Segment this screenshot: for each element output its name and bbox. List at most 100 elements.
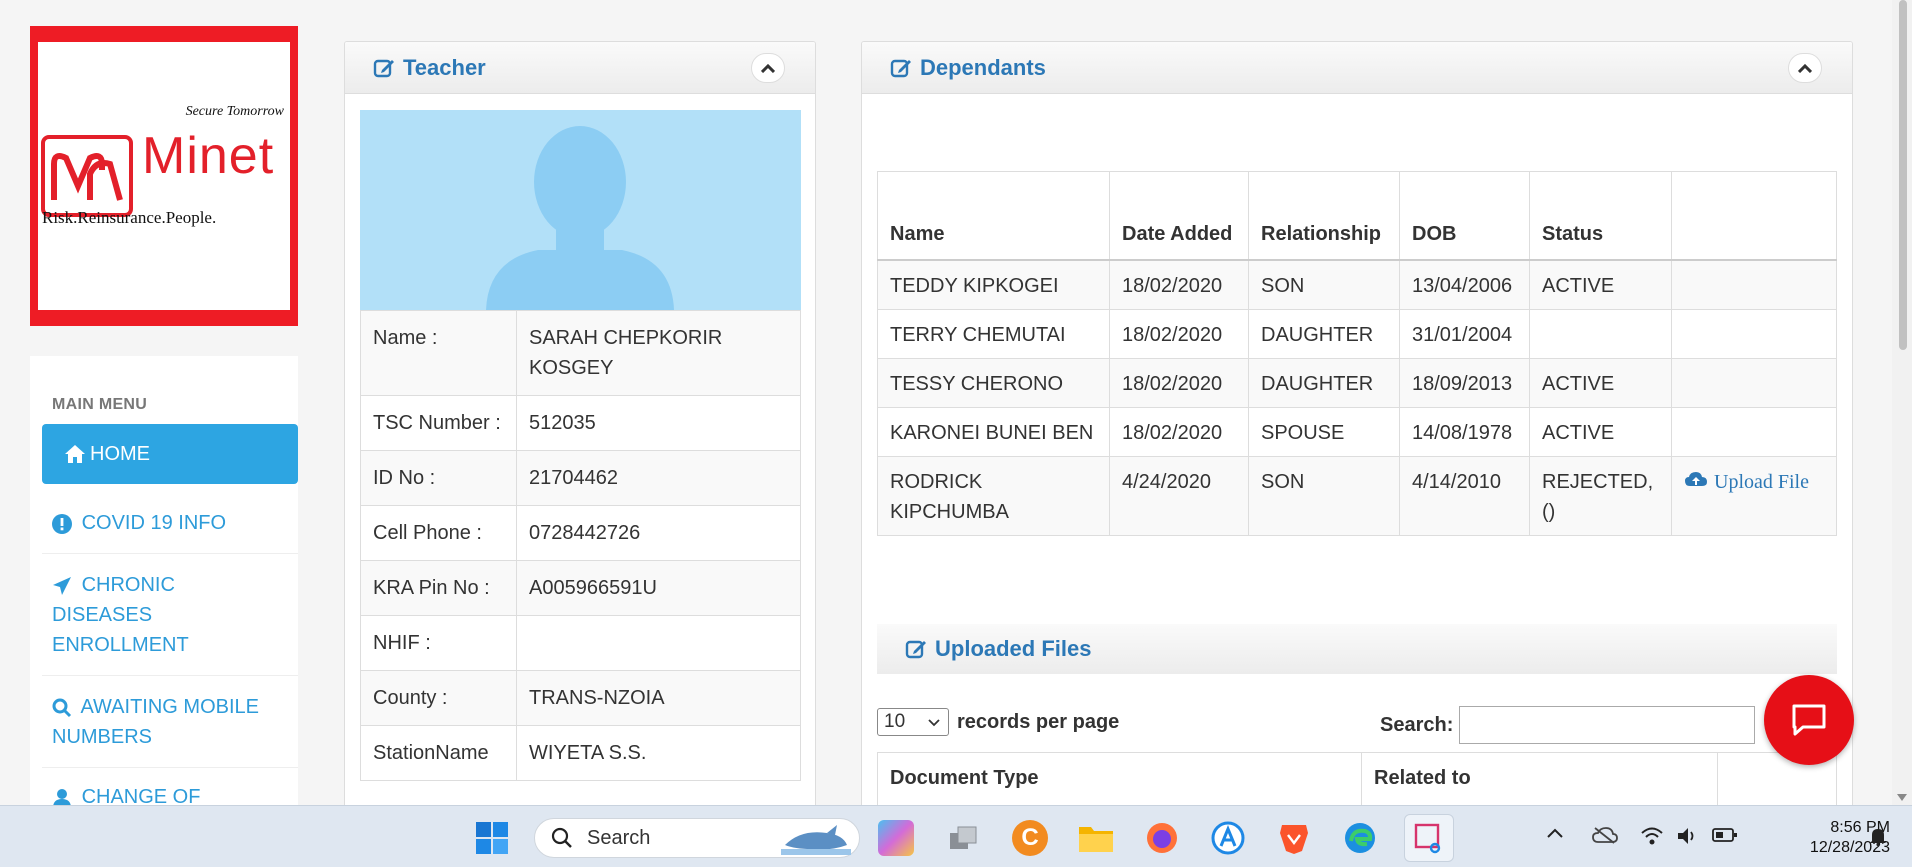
exclamation-icon: [52, 513, 72, 534]
sidebar-item-awaiting-mobile[interactable]: AWAITING MOBILE NUMBERS: [42, 678, 298, 768]
chevron-down-icon: [928, 719, 940, 727]
cell-status: ACTIVE: [1529, 357, 1672, 408]
home-icon: [65, 445, 85, 463]
onedrive-cloud-icon[interactable]: [1592, 826, 1618, 849]
user-silhouette-icon: [486, 126, 674, 310]
column-header-name[interactable]: Name: [877, 171, 1110, 261]
logo-subtitle: Risk.Reinsurance.People.: [42, 208, 217, 227]
column-header-document-type[interactable]: Document Type: [878, 753, 1362, 811]
table-row: Cell Phone :0728442726: [360, 505, 801, 561]
app-store-icon[interactable]: [1210, 820, 1246, 856]
panel-title: Dependants: [920, 54, 1046, 80]
cell-relationship: DAUGHTER: [1248, 357, 1400, 408]
field-label: NHIF :: [360, 615, 517, 671]
edit-icon: [373, 59, 394, 77]
copilot-app-icon[interactable]: [878, 820, 914, 856]
collapse-button[interactable]: [1788, 53, 1822, 83]
folder-icon: [1079, 827, 1113, 852]
cell-action: [1671, 406, 1837, 457]
chat-icon: [1792, 704, 1826, 736]
cell-dob: 14/08/1978: [1399, 406, 1530, 457]
cell-date-added: 18/02/2020: [1109, 259, 1249, 310]
notification-bell-icon[interactable]: [1868, 826, 1888, 851]
brave-browser-icon[interactable]: [1276, 820, 1312, 856]
scrollbar-thumb[interactable]: [1899, 0, 1907, 350]
windows-taskbar: Search C 8:56 PM 12/28/2023: [0, 805, 1912, 867]
sidebar-item-label: AWAITING MOBILE NUMBERS: [52, 696, 259, 748]
wifi-icon[interactable]: [1640, 826, 1664, 851]
edge-browser-icon[interactable]: [1342, 820, 1378, 856]
sidebar: Secure Tomorrow Minet Risk.Reinsurance.P…: [0, 0, 300, 808]
column-header-date-added[interactable]: Date Added: [1109, 171, 1249, 261]
sidebar-item-change-of[interactable]: CHANGE OF: [42, 770, 298, 810]
cell-name: KARONEI BUNEI BEN: [877, 406, 1110, 457]
file-explorer-icon[interactable]: [1078, 820, 1114, 856]
sidebar-item-covid[interactable]: COVID 19 INFO: [42, 494, 298, 554]
chevron-up-icon: [761, 63, 775, 73]
cell-dob: 4/14/2010: [1399, 455, 1530, 536]
table-row: StationName WIYETA S.S.: [360, 725, 801, 781]
firefox-glyph-icon: [1147, 823, 1177, 853]
company-logo[interactable]: Secure Tomorrow Minet Risk.Reinsurance.P…: [30, 26, 298, 326]
cell-date-added: 18/02/2020: [1109, 308, 1249, 359]
column-header-related-to[interactable]: Related to: [1362, 753, 1718, 811]
cell-status: [1529, 308, 1672, 359]
sidebar-item-home[interactable]: HOME: [42, 424, 298, 484]
ccleaner-app-icon[interactable]: C: [1012, 820, 1048, 856]
cell-status: ACTIVE: [1529, 259, 1672, 310]
field-value: [516, 615, 801, 671]
dependants-table: Name Date Added Relationship DOB Status …: [877, 171, 1837, 536]
task-view-glyph-icon: [950, 826, 977, 849]
records-per-page-control: 10 records per page: [877, 708, 1119, 736]
cell-relationship: DAUGHTER: [1248, 308, 1400, 359]
column-header-status[interactable]: Status: [1529, 171, 1672, 261]
cell-dob: 31/01/2004: [1399, 308, 1530, 359]
app-glyph-icon: [1211, 821, 1245, 855]
column-header-dob[interactable]: DOB: [1399, 171, 1530, 261]
tray-chevron-up-icon[interactable]: [1546, 826, 1564, 844]
chat-button[interactable]: [1764, 675, 1854, 765]
page-scrollbar[interactable]: [1892, 0, 1912, 805]
cell-name: TESSY CHERONO: [877, 357, 1110, 408]
records-per-page-select[interactable]: 10: [877, 708, 949, 736]
sidebar-item-chronic[interactable]: CHRONIC DISEASES ENROLLMENT: [42, 556, 298, 676]
cell-date-added: 18/02/2020: [1109, 406, 1249, 457]
lion-icon: [1280, 825, 1308, 854]
task-view-icon[interactable]: [946, 820, 982, 856]
table-row: KARONEI BUNEI BEN 18/02/2020 SPOUSE 14/0…: [877, 406, 1837, 457]
cell-action: [1671, 259, 1837, 310]
sidebar-item-label: COVID 19 INFO: [81, 512, 227, 534]
cell-status: REJECTED, (): [1529, 455, 1672, 536]
taskbar-search-placeholder: Search: [587, 826, 651, 849]
teacher-info-table: Name : SARAH CHEPKORIR KOSGEY TSC Number …: [360, 310, 801, 781]
start-button[interactable]: [474, 820, 510, 856]
battery-icon[interactable]: [1712, 826, 1738, 849]
minet-mark-icon: [41, 135, 133, 217]
upload-file-link[interactable]: Upload File: [1684, 471, 1809, 493]
taskbar-search[interactable]: Search: [534, 818, 860, 858]
column-header-relationship[interactable]: Relationship: [1248, 171, 1400, 261]
windows-logo-icon: [476, 822, 508, 854]
main-menu: MAIN MENU HOME COVID 19 INFO CHRONIC DIS…: [30, 356, 298, 808]
firefox-icon[interactable]: [1144, 820, 1180, 856]
table-row: NHIF :: [360, 615, 801, 671]
field-value: 0728442726: [516, 505, 801, 561]
cell-action: [1671, 308, 1837, 359]
teacher-panel-header: Teacher: [345, 42, 815, 94]
cell-action: [1671, 357, 1837, 408]
records-per-page-label: records per page: [957, 710, 1120, 733]
table-row: RODRICK KIPCHUMBA 4/24/2020 SON 4/14/201…: [877, 455, 1837, 536]
collapse-button[interactable]: [751, 53, 785, 83]
dependants-panel: Dependants Name Date Added Relationship …: [861, 41, 1853, 821]
volume-icon[interactable]: [1676, 826, 1700, 851]
cell-relationship: SON: [1248, 455, 1400, 536]
edit-icon: [905, 640, 926, 659]
files-table-header: Document Type Related to: [877, 752, 1837, 812]
scroll-down-arrow-icon[interactable]: [1897, 794, 1907, 801]
paper-plane-icon: [53, 576, 71, 595]
whale-graphic-icon: [781, 825, 851, 855]
uploaded-files-header: Uploaded Files: [877, 624, 1837, 674]
snipping-tool-icon[interactable]: [1404, 814, 1454, 862]
field-value: SARAH CHEPKORIR KOSGEY: [516, 310, 801, 396]
search-input[interactable]: [1459, 706, 1756, 744]
